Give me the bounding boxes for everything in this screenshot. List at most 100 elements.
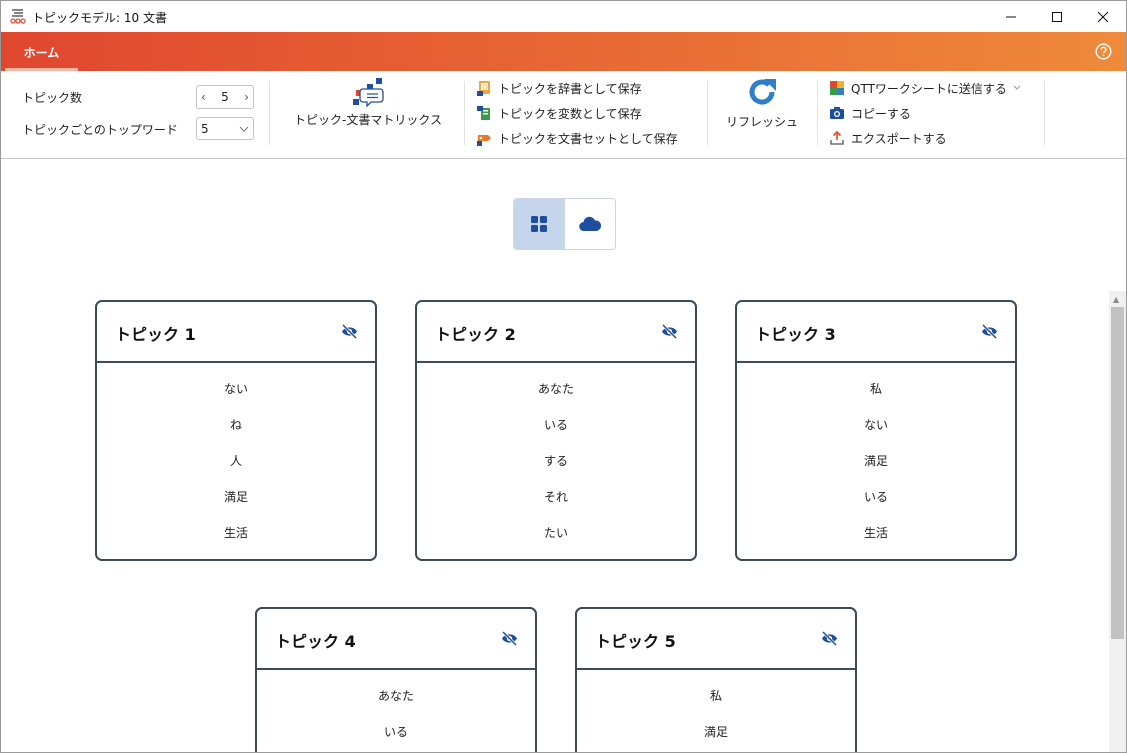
matrix-chat-icon <box>353 78 384 107</box>
dictionary-save-icon: D <box>477 81 490 96</box>
export-button[interactable]: エクスポートする <box>829 128 947 148</box>
ribbon-separator <box>464 81 465 145</box>
grid-view-button[interactable] <box>514 199 565 249</box>
topic-count-value: 5 <box>221 90 229 104</box>
refresh-icon <box>749 79 776 105</box>
top-words-label: トピックごとのトップワード <box>22 123 178 137</box>
topic-word: 人 <box>229 454 242 468</box>
topic-card-header: トピック 2 <box>417 302 695 363</box>
save-as-document-set-label: トピックを文書セットとして保存 <box>498 131 678 146</box>
close-icon <box>1097 11 1109 22</box>
topic-word: ない <box>863 418 888 432</box>
copy-button[interactable]: コピーする <box>829 103 911 123</box>
topic-card: トピック 1 ない ね 人 満足 生活 <box>95 300 377 561</box>
send-to-worksheet-label: QTTワークシートに送信する <box>851 81 1007 96</box>
hide-topic-icon[interactable] <box>341 324 358 339</box>
topic-word: 生活 <box>223 526 248 540</box>
top-words-select[interactable]: 5 <box>196 117 254 140</box>
app-window: トピックモデル: 10 文書 ホーム トピック数 ‹ 5 › トピックごとのトッ… <box>0 0 1127 753</box>
topic-card-header: トピック 4 <box>257 609 535 670</box>
help-icon[interactable] <box>1095 43 1112 60</box>
grid-icon <box>530 216 547 232</box>
topic-card: トピック 3 私 ない 満足 いる 生活 <box>735 300 1017 561</box>
scroll-up-icon[interactable]: ▲ <box>1113 295 1119 304</box>
send-to-worksheet-button[interactable]: QTTワークシートに送信する <box>829 78 1027 98</box>
minimize-icon <box>1006 16 1016 17</box>
ribbon: トピック数 ‹ 5 › トピックごとのトップワード 5 トピック-文書マトリック… <box>1 71 1126 159</box>
view-toggle <box>513 198 616 250</box>
close-button[interactable] <box>1080 1 1126 32</box>
title-bar: トピックモデル: 10 文書 <box>1 1 1126 32</box>
save-as-document-set-button[interactable]: トピックを文書セットとして保存 <box>476 128 678 148</box>
refresh-label: リフレッシュ <box>725 115 798 129</box>
document-set-save-icon <box>477 135 491 146</box>
topic-card: トピック 5 私 満足 <box>575 607 857 752</box>
maximize-button[interactable] <box>1034 1 1080 32</box>
export-label: エクスポートする <box>851 131 947 146</box>
topic-card: トピック 4 あなた いる <box>255 607 537 752</box>
topic-word: たい <box>543 526 568 540</box>
cloud-view-button[interactable] <box>565 199 616 249</box>
topic-card-header: トピック 5 <box>577 609 855 670</box>
topic-card-header: トピック 3 <box>737 302 1015 363</box>
chevron-down-icon <box>1013 85 1021 90</box>
matrix-button-label: トピック-文書マトリックス <box>294 113 442 127</box>
vertical-scrollbar[interactable]: ▲ <box>1109 291 1126 752</box>
topic-word: ない <box>223 382 248 396</box>
topic-word: いる <box>383 725 408 739</box>
camera-icon <box>830 107 844 119</box>
ribbon-tab-strip: ホーム <box>1 32 1126 71</box>
variable-save-icon <box>477 106 490 120</box>
ribbon-separator <box>817 81 818 145</box>
save-as-variable-label: トピックを変数として保存 <box>498 106 642 121</box>
topic-model-app-icon <box>10 9 26 24</box>
topic-word: それ <box>543 490 568 504</box>
topic-title: トピック 1 <box>115 325 196 344</box>
topic-word: いる <box>543 418 568 432</box>
maximize-icon <box>1052 11 1062 22</box>
hide-topic-icon[interactable] <box>501 631 518 646</box>
save-as-dictionary-label: トピックを辞書として保存 <box>498 81 642 96</box>
topic-word: いる <box>863 490 888 504</box>
topic-title: トピック 2 <box>435 325 516 344</box>
topic-title: トピック 4 <box>275 632 356 651</box>
topic-card: トピック 2 あなた いる する それ たい <box>415 300 697 561</box>
topic-title: トピック 5 <box>595 632 676 651</box>
topic-word: ね <box>229 418 242 432</box>
ribbon-separator <box>1044 81 1045 145</box>
topic-word: 満足 <box>703 725 728 739</box>
topic-word: 満足 <box>863 454 888 468</box>
topic-word: 満足 <box>223 490 248 504</box>
minimize-button[interactable] <box>988 1 1034 32</box>
save-as-dictionary-button[interactable]: D トピックを辞書として保存 <box>476 78 642 98</box>
hide-topic-icon[interactable] <box>981 324 998 339</box>
topic-word: 私 <box>869 382 882 396</box>
ribbon-separator <box>269 81 270 145</box>
topic-word: する <box>543 454 568 468</box>
increment-icon[interactable]: › <box>244 90 249 104</box>
save-as-variable-button[interactable]: トピックを変数として保存 <box>476 103 642 123</box>
topic-word: 生活 <box>863 526 888 540</box>
cloud-icon <box>579 216 601 232</box>
topic-card-header: トピック 1 <box>97 302 375 363</box>
svg-text:D: D <box>482 84 487 92</box>
topic-word: 私 <box>709 689 722 703</box>
topic-document-matrix-button[interactable]: トピック-文書マトリックス <box>287 77 449 128</box>
topic-title: トピック 3 <box>755 325 836 344</box>
topic-word: あなた <box>377 689 414 703</box>
topics-view: トピック 1 ない ね 人 満足 生活 トピック 2 あなた いる する それ … <box>1 159 1126 752</box>
chevron-down-icon <box>239 126 249 132</box>
hide-topic-icon[interactable] <box>821 631 838 646</box>
topic-count-stepper[interactable]: ‹ 5 › <box>196 85 254 109</box>
export-icon <box>830 130 844 145</box>
scrollbar-thumb[interactable] <box>1111 307 1124 639</box>
worksheet-icon <box>830 81 844 95</box>
tab-home[interactable]: ホーム <box>5 40 78 71</box>
topic-word: あなた <box>537 382 574 396</box>
hide-topic-icon[interactable] <box>661 324 678 339</box>
top-words-value: 5 <box>201 121 209 136</box>
tab-home-label: ホーム <box>23 46 60 60</box>
window-title: トピックモデル: 10 文書 <box>32 11 167 25</box>
decrement-icon[interactable]: ‹ <box>201 90 206 104</box>
refresh-button[interactable]: リフレッシュ <box>721 75 803 130</box>
